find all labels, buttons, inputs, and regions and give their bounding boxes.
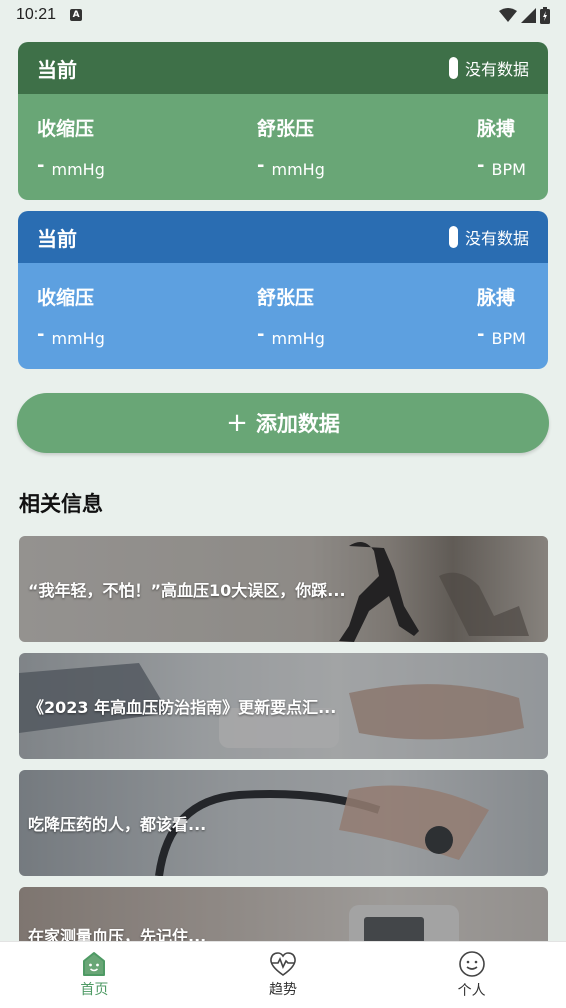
metric-label: 舒张压 [257, 118, 315, 140]
article-card[interactable]: 《2023 年高血压防治指南》更新要点汇... [19, 653, 548, 759]
article-title: 吃降压药的人，都该看... [28, 815, 207, 834]
metric-unit: mmHg [51, 160, 105, 179]
metric-label: 收缩压 [37, 118, 95, 140]
article-title: 《2023 年高血压防治指南》更新要点汇... [28, 698, 337, 717]
signal-icon [521, 7, 536, 23]
metric-diastolic: 舒张压 - mmHg [257, 283, 325, 349]
metric-label: 脉搏 [477, 118, 516, 140]
metric-value: - mmHg [37, 324, 105, 349]
card-header: 当前 没有数据 [18, 42, 548, 94]
metric-pulse: 脉搏 - BPM [477, 114, 526, 180]
smile-face-icon [458, 951, 485, 977]
metric-number: - [477, 324, 485, 345]
metric-value: - mmHg [257, 324, 325, 349]
card-status: 没有数据 [448, 225, 529, 249]
metric-systolic: 收缩压 - mmHg [37, 283, 105, 349]
status-icons [499, 6, 550, 24]
metric-number: - [257, 155, 265, 176]
metric-unit: mmHg [271, 329, 325, 348]
card-body: 收缩压 - mmHg 舒张压 - mmHg 脉搏 - BPM [18, 94, 548, 200]
section-title: 相关信息 [19, 492, 103, 516]
metric-number: - [477, 155, 485, 176]
status-bar: 10:21 A [0, 0, 566, 30]
metric-unit: mmHg [51, 329, 105, 348]
battery-icon [540, 6, 550, 24]
wifi-icon [499, 7, 517, 22]
metric-label: 收缩压 [37, 287, 95, 309]
article-card[interactable]: “我年轻，不怕！”高血压10大误区，你踩... [19, 536, 548, 642]
metric-value: - BPM [477, 155, 526, 180]
status-pill-icon [448, 226, 458, 248]
metric-value: - mmHg [257, 155, 325, 180]
status-pill-icon [448, 57, 458, 79]
nav-label-profile: 个人 [457, 983, 486, 999]
status-text: 没有数据 [464, 60, 529, 79]
metric-number: - [37, 324, 45, 345]
card-header: 当前 没有数据 [18, 211, 548, 263]
nav-item-profile[interactable]: 个人 [377, 942, 566, 1008]
card-title: 当前 [37, 226, 77, 251]
heart-pulse-icon [270, 952, 296, 976]
metric-value: - BPM [477, 324, 526, 349]
metric-diastolic: 舒张压 - mmHg [257, 114, 325, 180]
metric-number: - [37, 155, 45, 176]
card-body: 收缩压 - mmHg 舒张压 - mmHg 脉搏 - BPM [18, 263, 548, 369]
metric-unit: mmHg [271, 160, 325, 179]
article-card[interactable]: 吃降压药的人，都该看... [19, 770, 548, 876]
card-title: 当前 [37, 57, 77, 82]
metric-label: 舒张压 [257, 287, 315, 309]
bp-card-primary[interactable]: 当前 没有数据 收缩压 - mmHg 舒张压 - mmHg 脉搏 - BPM [18, 42, 548, 200]
metric-systolic: 收缩压 - mmHg [37, 114, 105, 180]
nav-item-home[interactable]: 首页 [0, 942, 189, 1008]
metric-pulse: 脉搏 - BPM [477, 283, 526, 349]
metric-label: 脉搏 [477, 287, 516, 309]
metric-unit: BPM [491, 160, 526, 179]
nav-label-trend: 趋势 [269, 982, 297, 998]
metric-number: - [257, 324, 265, 345]
metric-unit: BPM [491, 329, 526, 348]
nav-item-trend[interactable]: 趋势 [189, 942, 378, 1008]
plus-icon: + [226, 408, 248, 438]
bp-card-secondary[interactable]: 当前 没有数据 收缩压 - mmHg 舒张压 - mmHg 脉搏 - BPM [18, 211, 548, 369]
bottom-nav: 首页 趋势 个人 [0, 941, 566, 1008]
metric-value: - mmHg [37, 155, 105, 180]
add-data-label: 添加数据 [255, 412, 340, 436]
nav-label-home: 首页 [80, 982, 109, 998]
status-text: 没有数据 [464, 229, 529, 248]
status-time: 10:21 [16, 6, 57, 23]
article-title: “我年轻，不怕！”高血压10大误区，你踩... [28, 581, 346, 600]
notification-a-icon: A [70, 9, 83, 21]
home-icon [83, 952, 106, 976]
add-data-button[interactable]: + 添加数据 [17, 393, 549, 453]
card-status: 没有数据 [448, 56, 529, 80]
